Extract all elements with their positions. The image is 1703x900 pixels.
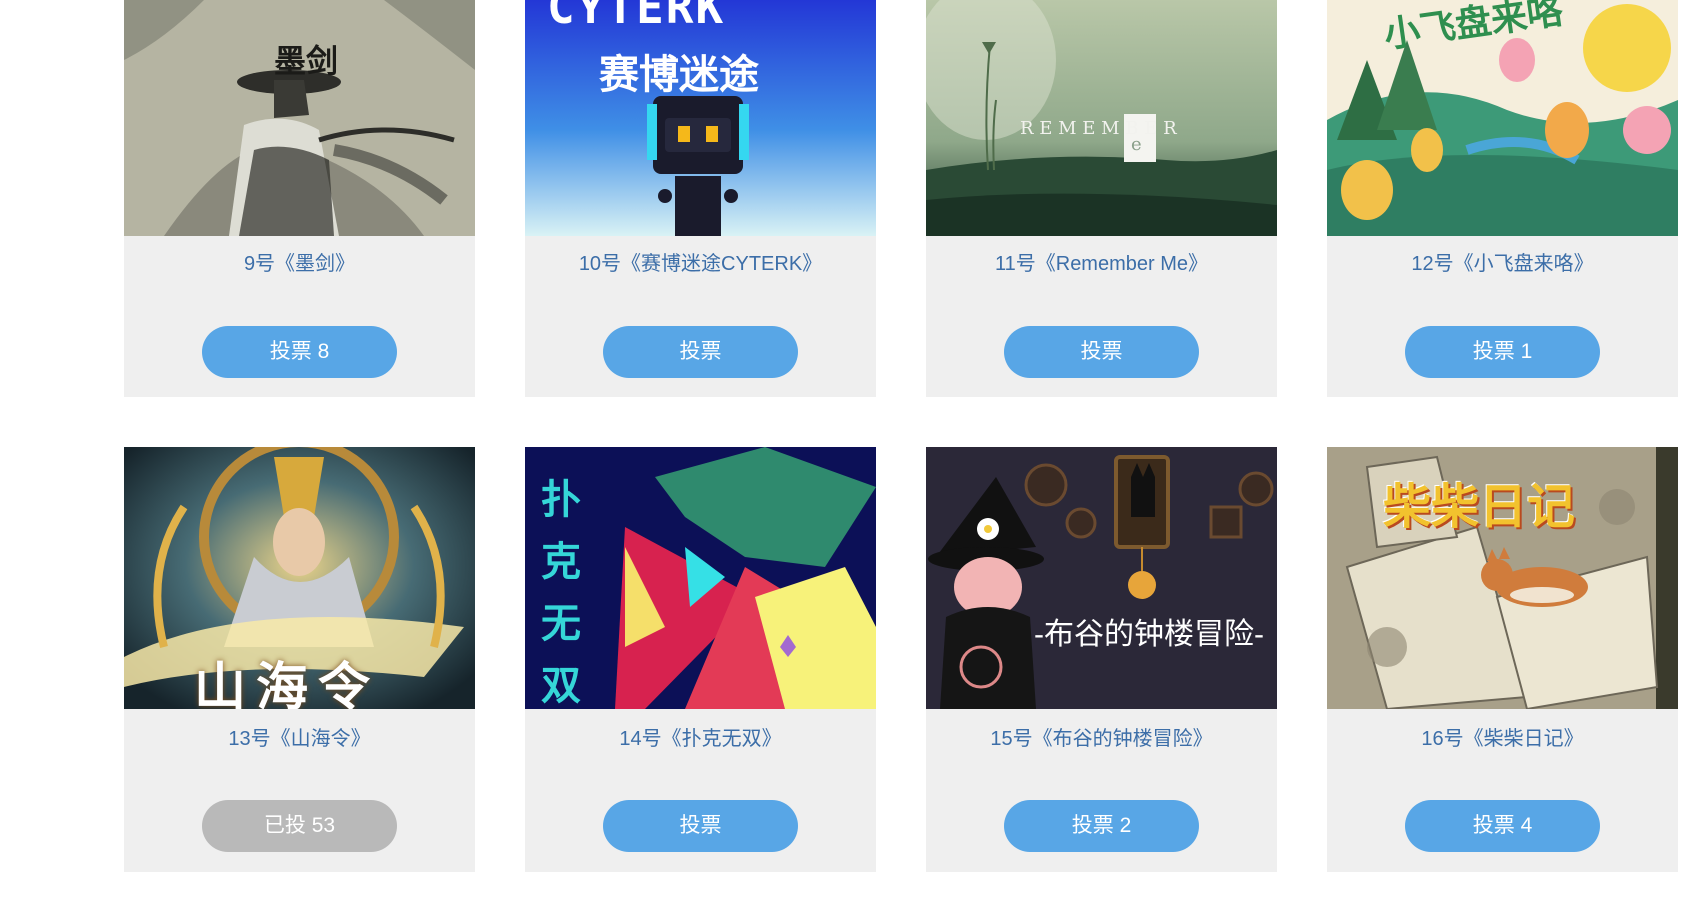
entry-title: 10号《赛博迷途CYTERK》 — [578, 253, 823, 275]
entry-title: 14号《扑克无双》 — [619, 728, 782, 750]
entry-title: 16号《柴柴日记》 — [1421, 728, 1584, 750]
entry-card-13: 山海令 13号《山海令》 已投 53 — [124, 447, 475, 872]
entry-card-12: 小飞盘来咯 12号《小飞盘来咯》 投票 1 — [1327, 0, 1678, 397]
game-entry-grid: 墨剑 9号《墨剑》 投票 8 CYTERK 赛博迷途 10号《赛博迷途CYTER… — [0, 0, 1703, 900]
vote-button[interactable]: 投票 8 — [202, 326, 397, 378]
cover-image-shanhailing[interactable]: 山海令 — [124, 447, 475, 709]
vote-button[interactable]: 投票 — [603, 326, 798, 378]
cover-image-cuckoo-tower[interactable]: -布谷的钟楼冒险- — [926, 447, 1277, 709]
cover-logo-text: -布谷的钟楼冒险- — [1034, 618, 1264, 651]
cover-logo-char-1: 扑 — [541, 478, 581, 522]
vote-button[interactable]: 投票 4 — [1405, 800, 1600, 852]
entry-card-9: 墨剑 9号《墨剑》 投票 8 — [124, 0, 475, 397]
vote-button[interactable]: 投票 — [603, 800, 798, 852]
entry-title: 9号《墨剑》 — [243, 253, 356, 275]
cover-image-cyterk[interactable]: CYTERK 赛博迷途 — [525, 0, 876, 236]
cover-logo-text: 山海令 — [194, 657, 381, 709]
cover-logo-sub: e — [1131, 134, 1142, 155]
cover-image-moxian[interactable]: 墨剑 — [124, 0, 475, 236]
cover-image-remember-me[interactable]: R E M E M B E R e — [926, 0, 1277, 236]
entry-card-15: -布谷的钟楼冒险- 15号《布谷的钟楼冒险》 投票 2 — [926, 447, 1277, 872]
entry-title: 15号《布谷的钟楼冒险》 — [990, 728, 1213, 750]
cover-image-frisbee[interactable]: 小飞盘来咯 — [1327, 0, 1678, 236]
entry-title: 12号《小飞盘来咯》 — [1411, 253, 1594, 275]
cover-logo-text: R E M E M B E R — [1020, 118, 1177, 139]
vote-button[interactable]: 投票 — [1004, 326, 1199, 378]
cover-image-shiba-diary[interactable]: 柴柴日记 — [1327, 447, 1678, 709]
cover-logo-en: CYTERK — [547, 0, 726, 34]
cover-logo-text: 墨剑 — [274, 42, 339, 80]
cover-image-poker[interactable]: 扑 克 无 双 — [525, 447, 876, 709]
entry-card-10: CYTERK 赛博迷途 10号《赛博迷途CYTERK》 投票 — [525, 0, 876, 397]
cover-logo-text: 柴柴日记 — [1383, 481, 1576, 534]
entry-card-11: R E M E M B E R e 11号《Remember Me》 投票 — [926, 0, 1277, 397]
vote-button[interactable]: 投票 1 — [1405, 326, 1600, 378]
pixel-robot-illustration — [525, 0, 876, 236]
entry-card-14: 扑 克 无 双 14号《扑克无双》 投票 — [525, 447, 876, 872]
voted-button: 已投 53 — [202, 800, 397, 852]
cover-logo-cn: 赛博迷途 — [599, 53, 759, 97]
clock-tower-witch-illustration — [926, 447, 1277, 709]
entry-card-16: 柴柴日记 16号《柴柴日记》 投票 4 — [1327, 447, 1678, 872]
entry-title: 11号《Remember Me》 — [994, 253, 1209, 275]
cover-logo-char-2: 克 — [541, 540, 581, 584]
entry-title: 13号《山海令》 — [228, 728, 371, 750]
vote-button[interactable]: 投票 2 — [1004, 800, 1199, 852]
cover-logo-char-3: 无 — [541, 602, 581, 646]
cover-logo-char-4: 双 — [541, 664, 581, 708]
